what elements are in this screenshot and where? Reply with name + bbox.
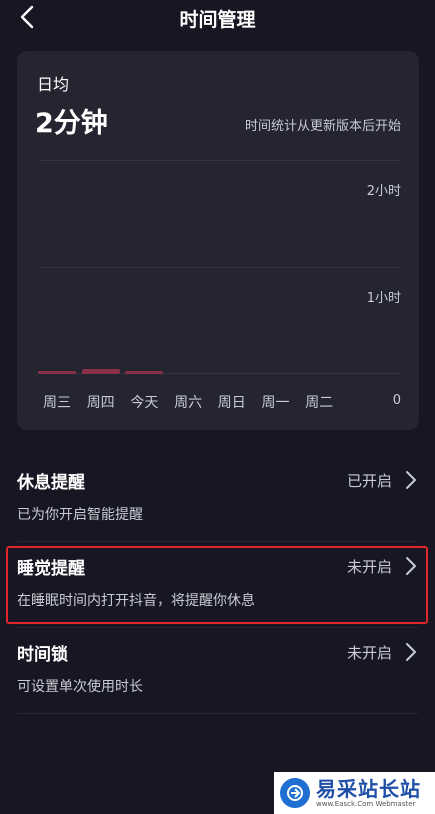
divider [17, 713, 418, 714]
watermark-url: www.Easck.Com Webmaster [316, 799, 416, 808]
grid-line [39, 266, 401, 268]
y-tick-label: 1小时 [366, 290, 401, 306]
x-tick-label: 周三 [43, 395, 71, 411]
y-tick-label: 2小时 [366, 184, 401, 199]
daily-average-label: 日均 [37, 75, 70, 94]
rest-reminder-row[interactable]: 休息提醒 已为你开启智能提醒 已开启 [17, 456, 418, 542]
rest-reminder-status: 已开启 [346, 472, 392, 490]
stat-note: 时间统计从更新版本后开始 [244, 119, 401, 134]
daily-average-value: 2分钟 [35, 108, 108, 139]
highlight-annotation-box [6, 546, 428, 624]
x-tick-label: 周二 [305, 395, 334, 411]
page-title: 时间管理 [179, 9, 256, 31]
rest-reminder-subtitle: 已为你开启智能提醒 [17, 507, 143, 523]
top-bar: 时间管理 [0, 0, 435, 34]
watermark-logo-icon [280, 778, 310, 808]
chevron-right-icon [406, 643, 416, 661]
watermark-name: 易采站长站 [316, 776, 421, 801]
watermark: 易采站长站 www.Easck.Com Webmaster [274, 772, 435, 814]
usage-card: 日均 2分钟 时间统计从更新版本后开始 2小时 1小时 0 周三 周四 今天 周六 周日 周一周… [17, 51, 419, 430]
time-lock-title: 时间锁 [17, 645, 68, 665]
chart-bar [81, 369, 120, 374]
grid-line [39, 160, 401, 161]
chevron-right-icon [406, 471, 416, 489]
time-lock-subtitle: 可设置单次使用时长 [17, 679, 143, 695]
x-tick-label: 今天 [130, 395, 159, 411]
x-tick-label: 周日 [217, 395, 246, 411]
x-tick-label: 周六 [174, 395, 203, 411]
x-tick-label: 周四 [86, 395, 115, 411]
rest-reminder-title: 休息提醒 [17, 473, 85, 493]
time-lock-status: 未开启 [346, 644, 392, 662]
time-lock-row[interactable]: 时间锁 可设置单次使用时长 未开启 [17, 628, 418, 714]
y-tick-label: 0 [392, 393, 401, 408]
x-tick-label: 周一 [261, 395, 290, 411]
chart-bar [38, 371, 76, 374]
chart-bar [125, 371, 164, 374]
